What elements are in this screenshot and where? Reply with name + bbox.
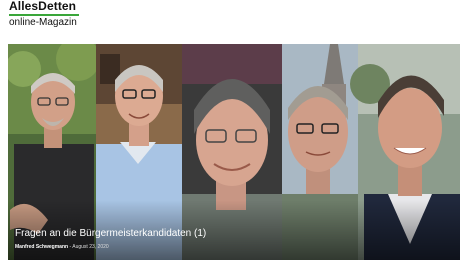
featured-article[interactable]: Fragen an die Bürgermeisterkandidaten (1…: [8, 44, 460, 260]
logo-subtitle: online-Magazin: [9, 17, 77, 28]
article-author[interactable]: Manfred Schwegmann: [15, 244, 68, 250]
logo-title: AllesDetten: [9, 0, 77, 13]
site-header: AllesDetten online-Magazin: [0, 0, 468, 40]
site-logo[interactable]: AllesDetten online-Magazin: [9, 0, 79, 29]
article-meta: Manfred Schwegmann - August 23, 2020: [15, 244, 109, 251]
article-date: August 23, 2020: [72, 244, 109, 250]
logo-underline: [9, 14, 79, 16]
article-title[interactable]: Fragen an die Bürgermeisterkandidaten (1…: [15, 228, 206, 240]
